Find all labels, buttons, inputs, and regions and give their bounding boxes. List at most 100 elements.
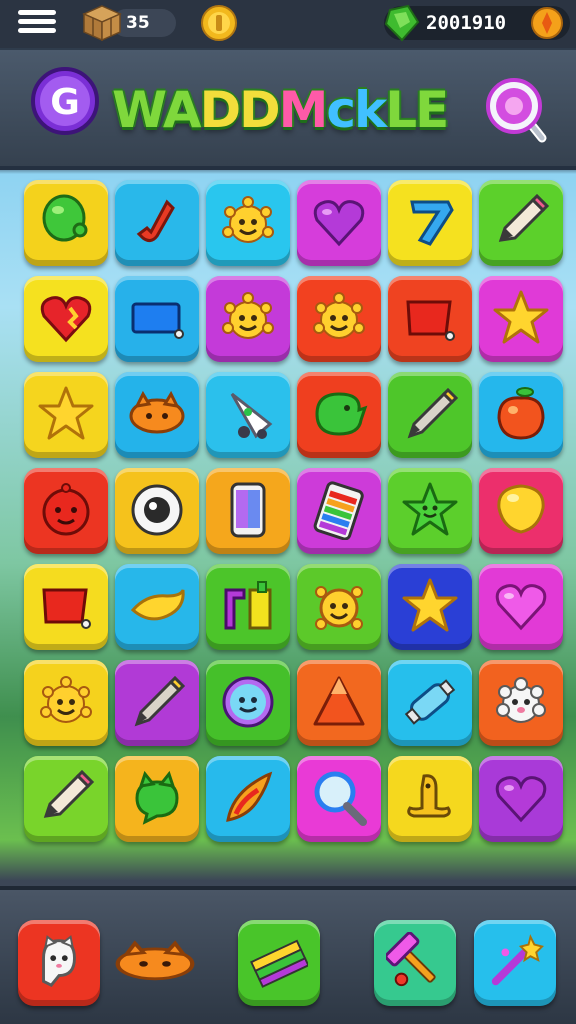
- tile[interactable]: [24, 660, 108, 746]
- badge-letter: G: [50, 82, 80, 123]
- tile[interactable]: [388, 564, 472, 650]
- gem-balance-pill[interactable]: 2001910: [384, 4, 570, 42]
- tile[interactable]: [479, 564, 563, 650]
- purple-heart-icon: [495, 776, 547, 823]
- tile[interactable]: [297, 468, 381, 554]
- gem-icon: [384, 4, 420, 42]
- red-tag-icon: [406, 300, 455, 341]
- blue-tag-icon: [131, 302, 184, 339]
- tile[interactable]: [115, 372, 199, 458]
- sun-face-icon: [222, 292, 274, 339]
- phone-icon: [230, 482, 266, 538]
- tile[interactable]: [297, 372, 381, 458]
- hammer-icon: [386, 932, 436, 987]
- tile[interactable]: [297, 660, 381, 746]
- magic-wand-icon: [491, 934, 544, 986]
- sun-face-icon: [222, 196, 274, 243]
- ghost-face-icon: [42, 935, 76, 988]
- tile[interactable]: [115, 660, 199, 746]
- tile[interactable]: [479, 468, 563, 554]
- tile[interactable]: [24, 276, 108, 362]
- yellow-balloon-icon: [497, 484, 545, 534]
- pen-icon: [407, 387, 459, 439]
- game-title: WADDMckLE: [112, 81, 449, 139]
- tile[interactable]: [479, 756, 563, 842]
- tile[interactable]: [24, 564, 108, 650]
- battery-icon: [313, 481, 364, 540]
- tile[interactable]: [206, 660, 290, 746]
- pencil-icon: [498, 193, 550, 242]
- red-hook-icon: [136, 199, 175, 243]
- tile[interactable]: [24, 372, 108, 458]
- magnifier-icon: [314, 771, 367, 826]
- tile[interactable]: [297, 756, 381, 842]
- eyeball-icon: [131, 484, 183, 536]
- bracket-icon: [224, 581, 272, 630]
- mountain-icon: [313, 676, 365, 726]
- orange-blob-icon: [129, 390, 185, 434]
- tile[interactable]: [115, 276, 199, 362]
- tile[interactable]: [24, 180, 108, 266]
- tile[interactable]: [388, 180, 472, 266]
- star-icon: [493, 290, 549, 344]
- tile[interactable]: [388, 660, 472, 746]
- booster-slot[interactable]: [112, 934, 198, 990]
- smiley-ring-icon: [222, 676, 274, 728]
- tile[interactable]: [388, 468, 472, 554]
- crate-icon: [82, 5, 122, 42]
- number-seven-icon: [410, 200, 454, 246]
- tile[interactable]: [24, 756, 108, 842]
- rocket-icon: [230, 392, 273, 439]
- tile[interactable]: [206, 468, 290, 554]
- red-tag-icon: [42, 588, 91, 629]
- pink-heart-icon: [495, 584, 547, 631]
- coin-icon[interactable]: [200, 4, 238, 42]
- pencil-icon: [43, 769, 95, 818]
- purple-heart-icon: [313, 200, 365, 247]
- tile[interactable]: [115, 180, 199, 266]
- booster-slot[interactable]: [374, 920, 456, 1006]
- tile[interactable]: [206, 564, 290, 650]
- skull-face-icon: [315, 586, 363, 630]
- tile[interactable]: [479, 276, 563, 362]
- sun-face-icon: [40, 676, 92, 723]
- coin-icon[interactable]: [530, 6, 564, 40]
- red-face-icon: [42, 483, 90, 536]
- tube-icon: [404, 679, 456, 725]
- broken-heart-icon: [40, 296, 92, 343]
- tile[interactable]: [206, 276, 290, 362]
- menu-icon[interactable]: [18, 6, 56, 42]
- magnifier-icon[interactable]: [484, 74, 550, 146]
- pen-icon: [134, 675, 186, 727]
- gem-balance: 2001910: [426, 12, 507, 34]
- tile[interactable]: [388, 372, 472, 458]
- green-cat-icon: [135, 770, 179, 825]
- star-face-icon: [402, 482, 458, 536]
- tile[interactable]: [115, 468, 199, 554]
- tile[interactable]: [388, 276, 472, 362]
- tile[interactable]: [479, 180, 563, 266]
- tile[interactable]: [115, 564, 199, 650]
- tile[interactable]: [206, 180, 290, 266]
- tile[interactable]: [115, 756, 199, 842]
- booster-slot[interactable]: [238, 920, 320, 1006]
- banana-icon: [130, 589, 185, 621]
- green-blob-icon: [315, 392, 368, 436]
- peach-icon: [497, 387, 545, 440]
- sun-face-icon: [313, 292, 365, 339]
- booster-slot[interactable]: [18, 920, 100, 1006]
- tile[interactable]: [297, 276, 381, 362]
- tile[interactable]: [206, 756, 290, 842]
- tile[interactable]: [388, 756, 472, 842]
- tile[interactable]: [297, 180, 381, 266]
- fluffy-face-icon: [496, 677, 546, 723]
- tile[interactable]: [297, 564, 381, 650]
- tile[interactable]: [479, 372, 563, 458]
- flame-icon: [226, 771, 273, 822]
- booster-slot[interactable]: [474, 920, 556, 1006]
- tile[interactable]: [479, 660, 563, 746]
- booster-tray: [0, 886, 576, 1024]
- tile[interactable]: [206, 372, 290, 458]
- green-balloon-icon: [42, 194, 88, 242]
- tile[interactable]: [24, 468, 108, 554]
